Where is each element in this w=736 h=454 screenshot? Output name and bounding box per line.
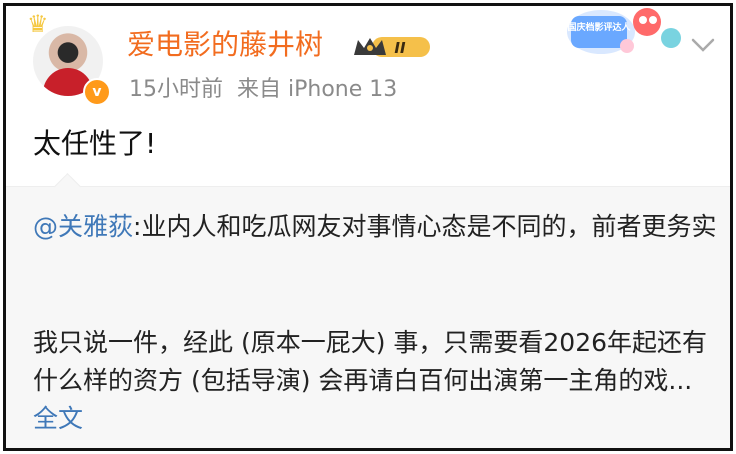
vip-crown-badge[interactable]: II [350, 34, 434, 60]
sticker-text: 国庆档影评达人 [567, 21, 631, 33]
repost-body-text: 我只说一件，经此 (原本一屁大) 事，只需要看2026年起还有什么样的资方 (包… [33, 328, 708, 395]
author-name[interactable]: 爱电影的藤井树 [127, 27, 323, 63]
post-meta: 15小时前 来自 iPhone 13 [129, 75, 397, 105]
weibo-post-card: ♛ v 爱电影的藤井树 II 15小时前 来自 iPhone 13 国庆档影评达人… [3, 3, 733, 451]
post-text: 太任性了! [33, 127, 157, 160]
mention-link[interactable]: @关雅荻 [33, 212, 133, 241]
repost-quote: @关雅荻:业内人和吃瓜网友对事情心态是不同的，前者更务实 [33, 208, 723, 246]
crown-decoration-icon: ♛ [27, 10, 49, 38]
verified-v-icon: v [83, 78, 111, 106]
chevron-down-icon[interactable] [690, 36, 716, 54]
quote-text: :业内人和吃瓜网友对事情心态是不同的，前者更务实 [133, 212, 717, 241]
award-sticker[interactable]: 国庆档影评达人 [561, 3, 691, 58]
post-source: 来自 iPhone 13 [237, 77, 398, 102]
repost-body: 我只说一件，经此 (原本一屁大) 事，只需要看2026年起还有什么样的资方 (包… [33, 324, 723, 438]
post-time: 15小时前 [129, 77, 223, 102]
vip-level-text: II [394, 39, 406, 57]
full-text-link[interactable]: 全文 [33, 404, 83, 433]
